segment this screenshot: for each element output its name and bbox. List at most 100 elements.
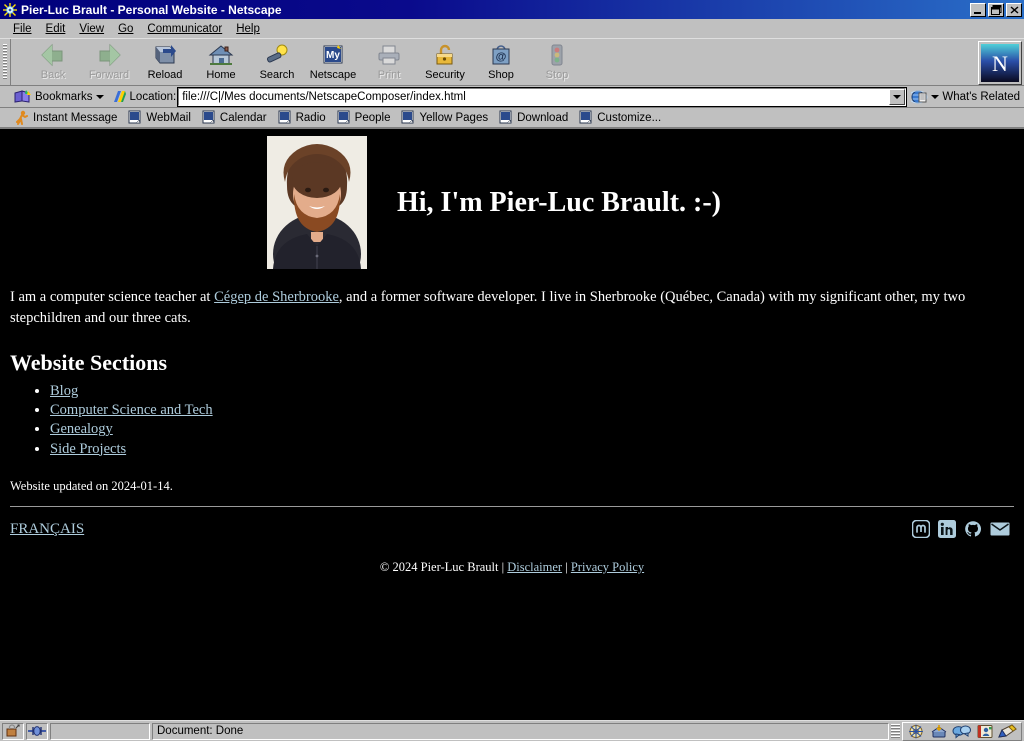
menu-view[interactable]: View (72, 22, 111, 36)
personal-item-label: Customize... (597, 111, 662, 124)
personal-item-yellow-pages[interactable]: Yellow Pages (397, 110, 495, 125)
page-icon (579, 110, 592, 124)
whats-related-label: What's Related (942, 90, 1020, 103)
menu-communicator[interactable]: Communicator (140, 22, 229, 36)
home-label: Home (206, 69, 236, 81)
personal-toolbar: Instant Message WebMail Calendar Radio P… (0, 108, 1024, 128)
toolbar-grip[interactable] (0, 39, 11, 85)
page-icon (278, 110, 291, 124)
netscape-logo-button[interactable]: N (978, 41, 1022, 85)
menu-file[interactable]: File (6, 22, 39, 36)
page-icon (128, 110, 141, 124)
list-item: Side Projects (50, 440, 1014, 459)
intro-paragraph: I am a computer science teacher at Cégep… (10, 287, 995, 328)
section-link-blog[interactable]: Blog (50, 383, 78, 399)
section-link-computer-science-and-tech[interactable]: Computer Science and Tech (50, 402, 213, 418)
personal-item-label: Download (517, 111, 569, 124)
netscape-window: Pier-Luc Brault - Personal Website - Net… (0, 0, 1024, 741)
personal-item-label: People (354, 111, 391, 124)
back-label: Back (40, 69, 66, 81)
menu-help[interactable]: Help (229, 22, 267, 36)
navigator-icon[interactable] (906, 723, 926, 739)
forward-label: Forward (88, 69, 130, 81)
netscape-n-icon: N (981, 44, 1019, 82)
personal-item-download[interactable]: Download (495, 110, 575, 125)
home-button[interactable]: Home (193, 39, 249, 85)
security-button[interactable]: Security (417, 39, 473, 85)
my-netscape-icon: My (319, 42, 347, 68)
print-button[interactable]: Print (361, 39, 417, 85)
security-label: Security (425, 69, 465, 81)
minimize-button[interactable] (970, 2, 986, 17)
print-label: Print (377, 69, 401, 81)
mastodon-icon (912, 520, 930, 539)
personal-item-calendar[interactable]: Calendar (198, 110, 274, 125)
menu-edit[interactable]: Edit (39, 22, 73, 36)
personal-item-people[interactable]: People (333, 110, 398, 125)
reload-label: Reload (147, 69, 183, 81)
privacy-policy-link[interactable]: Privacy Policy (571, 560, 644, 574)
bookmarks-button[interactable]: Bookmarks (11, 89, 110, 104)
close-button[interactable] (1006, 2, 1022, 17)
connection-status-button[interactable] (26, 722, 48, 740)
padlock-icon (6, 724, 20, 737)
github-link[interactable] (964, 520, 982, 538)
language-link-francais[interactable]: FRANÇAIS (10, 521, 84, 538)
svg-text:N: N (992, 51, 1008, 76)
url-input[interactable]: file:///C|/Mes documents/NetscapeCompose… (177, 86, 908, 107)
stop-button[interactable]: Stop (529, 39, 585, 85)
section-link-genealogy[interactable]: Genealogy (50, 421, 113, 437)
linkedin-link[interactable] (938, 520, 956, 539)
security-status-button[interactable] (2, 722, 24, 740)
window-title: Pier-Luc Brault - Personal Website - Net… (21, 2, 282, 17)
window-controls (970, 2, 1022, 17)
sections-heading: Website Sections (10, 350, 168, 376)
web-page: Hi, I'm Pier-Luc Brault. :-) I am a comp… (0, 129, 1024, 720)
email-link[interactable] (990, 521, 1010, 537)
cegep-link[interactable]: Cégep de Sherbrooke (214, 289, 339, 305)
back-button[interactable]: Back (25, 39, 81, 85)
chevron-down-icon (95, 94, 104, 99)
netscape-composer-icon (2, 1, 18, 18)
mastodon-link[interactable] (912, 520, 930, 539)
connection-icon (28, 726, 46, 736)
list-item: Genealogy (50, 420, 1014, 439)
disclaimer-link[interactable]: Disclaimer (507, 560, 562, 574)
forward-arrow-icon (95, 42, 123, 68)
page-icon (202, 110, 215, 124)
composer-icon[interactable] (998, 723, 1018, 739)
stop-sign-icon (543, 42, 571, 68)
personal-item-radio[interactable]: Radio (274, 110, 333, 125)
menu-go[interactable]: Go (111, 22, 140, 36)
personal-item-instant-message[interactable]: Instant Message (11, 110, 124, 125)
search-button[interactable]: Search (249, 39, 305, 85)
shop-button[interactable]: @ Shop (473, 39, 529, 85)
component-bar-grip[interactable] (891, 723, 900, 739)
personal-item-customize[interactable]: Customize... (575, 110, 668, 125)
whats-related-icon (911, 90, 928, 103)
reload-button[interactable]: Reload (137, 39, 193, 85)
restore-button[interactable] (988, 2, 1004, 17)
status-bar: Document: Done (0, 720, 1024, 741)
personal-item-webmail[interactable]: WebMail (124, 110, 198, 125)
copyright-separator-2: | (565, 560, 568, 575)
section-link-side-projects[interactable]: Side Projects (50, 441, 126, 457)
location-bar: Bookmarks Location: file:///C|/Mes docum… (0, 86, 1024, 108)
email-icon (990, 522, 1010, 536)
forward-button[interactable]: Forward (81, 39, 137, 85)
personal-item-label: Instant Message (33, 111, 118, 124)
whats-related-chevron-icon (931, 94, 940, 99)
copyright-separator-1: | (501, 560, 505, 575)
url-dropdown-button[interactable] (889, 88, 906, 105)
location-label: Location: (129, 90, 177, 103)
avatar (267, 136, 367, 269)
search-icon (263, 42, 291, 68)
address-book-icon[interactable] (975, 723, 995, 739)
whats-related-button[interactable]: What's Related (907, 89, 1024, 105)
status-message: Document: Done (152, 722, 889, 740)
personal-item-label: WebMail (146, 111, 191, 124)
newsgroups-icon[interactable] (952, 723, 972, 739)
svg-text:@: @ (496, 51, 507, 63)
mailbox-icon[interactable] (929, 723, 949, 739)
my-netscape-button[interactable]: My Netscape (305, 39, 361, 85)
